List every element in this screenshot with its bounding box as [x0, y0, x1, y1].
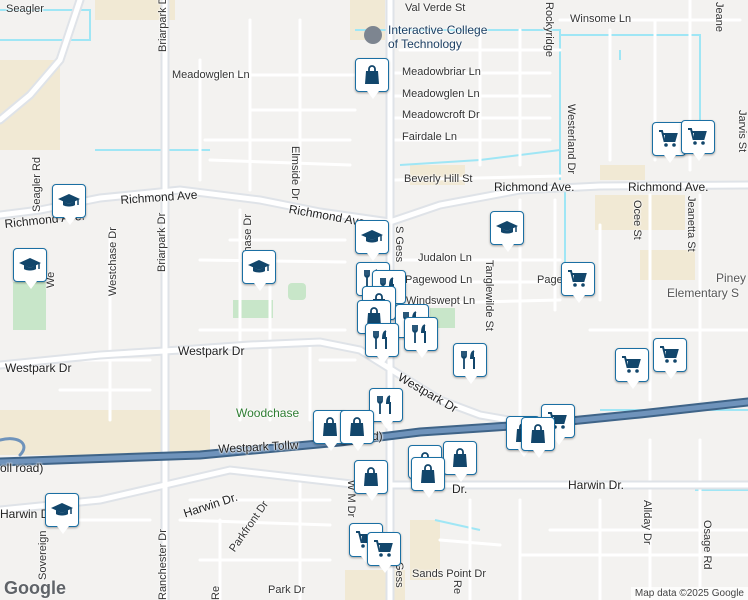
google-logo: Google [4, 578, 66, 598]
map-marker-graduation-cap[interactable] [355, 220, 389, 261]
street-label-seagler-rd: Seagler Rd [31, 156, 43, 212]
street-label-rockyridge: Rockyridge [543, 2, 555, 58]
street-label-jeanetta-top: Jeane [713, 2, 725, 32]
map-canvas[interactable]: Interactive College of Technology Val Ve… [0, 0, 748, 600]
street-label-pagewood: Pagewood Ln [405, 274, 473, 286]
map-marker-shopping-cart[interactable] [653, 338, 687, 379]
street-label-val-verde: Val Verde St [405, 2, 466, 14]
street-label-winsome: Winsome Ln [570, 13, 632, 25]
map-marker-graduation-cap[interactable] [13, 248, 47, 289]
shopping-bag-icon [364, 467, 378, 486]
street-label-meadowglen-e: Meadowglen Ln [402, 88, 480, 100]
shopping-cart-icon [659, 130, 678, 147]
street-label-pagewood-e: Page [537, 274, 563, 286]
map-marker-shopping-cart[interactable] [681, 120, 715, 161]
street-label-elmside: Elmside Dr [289, 146, 301, 200]
street-label-fairdale: Fairdale Ln [402, 131, 458, 143]
street-label-sovereign: Sovereign [37, 530, 49, 580]
map-marker-shopping-bag[interactable] [340, 410, 374, 451]
graduation-cap-icon [364, 26, 382, 44]
map-marker-graduation-cap[interactable] [45, 493, 79, 534]
map-marker-restaurant[interactable] [404, 317, 438, 358]
street-label-judalon: Judalon Ln [418, 252, 472, 264]
street-label-tanglewilde: Tanglewilde St [483, 260, 495, 331]
street-label-harwin-e: Harwin Dr. [568, 478, 625, 492]
map-marker-shopping-cart[interactable] [561, 262, 595, 303]
graduation-cap-icon [58, 194, 80, 207]
shopping-bag-icon [323, 417, 337, 436]
shopping-bag-icon [421, 464, 435, 483]
graduation-cap-icon [51, 503, 73, 516]
school-label-piney: Piney [716, 271, 747, 285]
map-marker-restaurant[interactable] [365, 323, 399, 364]
street-label-jarvis: Jarvis St [736, 110, 748, 153]
street-label-westwood: We [45, 271, 57, 288]
restaurant-icon [461, 350, 475, 369]
street-label-sands-point: Sands Point Dr [412, 568, 486, 580]
street-label-allday: Allday Dr [641, 500, 653, 545]
street-label-briarpark-s: Briarpark Dr [156, 212, 168, 272]
street-label-richmond-e2: Richmond Ave. [628, 180, 709, 194]
college-name-line1: Interactive College [388, 23, 488, 37]
map-marker-shopping-bag[interactable] [443, 441, 477, 482]
street-label-westerland: Westerland Dr [565, 104, 577, 175]
shopping-cart-icon [622, 356, 641, 373]
park-label-woodchase: Woodchase [236, 406, 300, 420]
shopping-cart-icon [568, 270, 587, 287]
street-label-briarpark-n: Briarpark Dr [157, 0, 169, 52]
shopping-cart-icon [688, 128, 707, 145]
restaurant-icon [377, 395, 391, 414]
school-label-elementary: Elementary S [667, 286, 740, 300]
shopping-cart-icon [374, 540, 393, 557]
map-marker-shopping-cart[interactable] [367, 532, 401, 573]
street-label-meadowcroft: Meadowcroft Dr [402, 109, 480, 121]
map-attribution: Map data ©2025 Google [630, 587, 748, 600]
street-label-re-1: Re [451, 580, 463, 595]
street-label-osage: Osage Rd [701, 520, 713, 570]
street-label-beverly-hill: Beverly Hill St [404, 173, 473, 185]
street-label-meadowbriar: Meadowbriar Ln [402, 66, 481, 78]
map-marker-shopping-cart[interactable] [615, 348, 649, 389]
shopping-bag-icon [531, 424, 545, 443]
restaurant-icon [373, 330, 387, 349]
map-marker-graduation-cap[interactable] [490, 211, 524, 252]
map-marker-shopping-bag[interactable] [355, 58, 389, 99]
street-label-meadowglen-w: Meadowglen Ln [172, 69, 250, 81]
street-label-ranchester: Ranchester Dr [157, 529, 169, 600]
street-label-toll-road: oll road) [0, 461, 44, 475]
map-marker-shopping-bag[interactable] [354, 460, 388, 501]
shopping-bag-icon [350, 417, 364, 436]
college-name-line2: of Technology [388, 37, 462, 51]
graduation-cap-icon [19, 258, 41, 271]
street-label-ocee: Ocee St [631, 200, 643, 240]
shopping-cart-icon [660, 346, 679, 363]
restaurant-icon [412, 324, 426, 343]
map-marker-graduation-cap[interactable] [242, 250, 276, 291]
shopping-bag-icon [365, 65, 379, 84]
street-label-westchase-dr: Westchase Dr [107, 227, 119, 296]
map-marker-restaurant[interactable] [453, 343, 487, 384]
street-label-s-gessner: S Gess [393, 226, 405, 263]
graduation-cap-icon [361, 230, 383, 243]
street-label-park-dr: Park Dr [268, 584, 306, 596]
map-marker-graduation-cap[interactable] [52, 184, 86, 225]
street-label-westpark-w: Westpark Dr [5, 361, 72, 375]
street-label-harwin-dr-e2: Dr. [452, 482, 468, 496]
street-label-westpark-mid: Westpark Dr [178, 344, 245, 358]
map-marker-shopping-bag[interactable] [411, 457, 445, 498]
graduation-cap-icon [496, 221, 518, 234]
street-label-jeanetta: Jeanetta St [685, 196, 697, 252]
street-label-re-2: Re [210, 585, 222, 600]
map-marker-restaurant[interactable] [369, 388, 403, 429]
street-label-richmond-e1: Richmond Ave. [494, 180, 575, 194]
map-marker-shopping-bag[interactable] [521, 417, 555, 458]
graduation-cap-icon [248, 260, 270, 273]
shopping-bag-icon [453, 448, 467, 467]
street-label-seagler-top: Seagler [6, 3, 44, 15]
